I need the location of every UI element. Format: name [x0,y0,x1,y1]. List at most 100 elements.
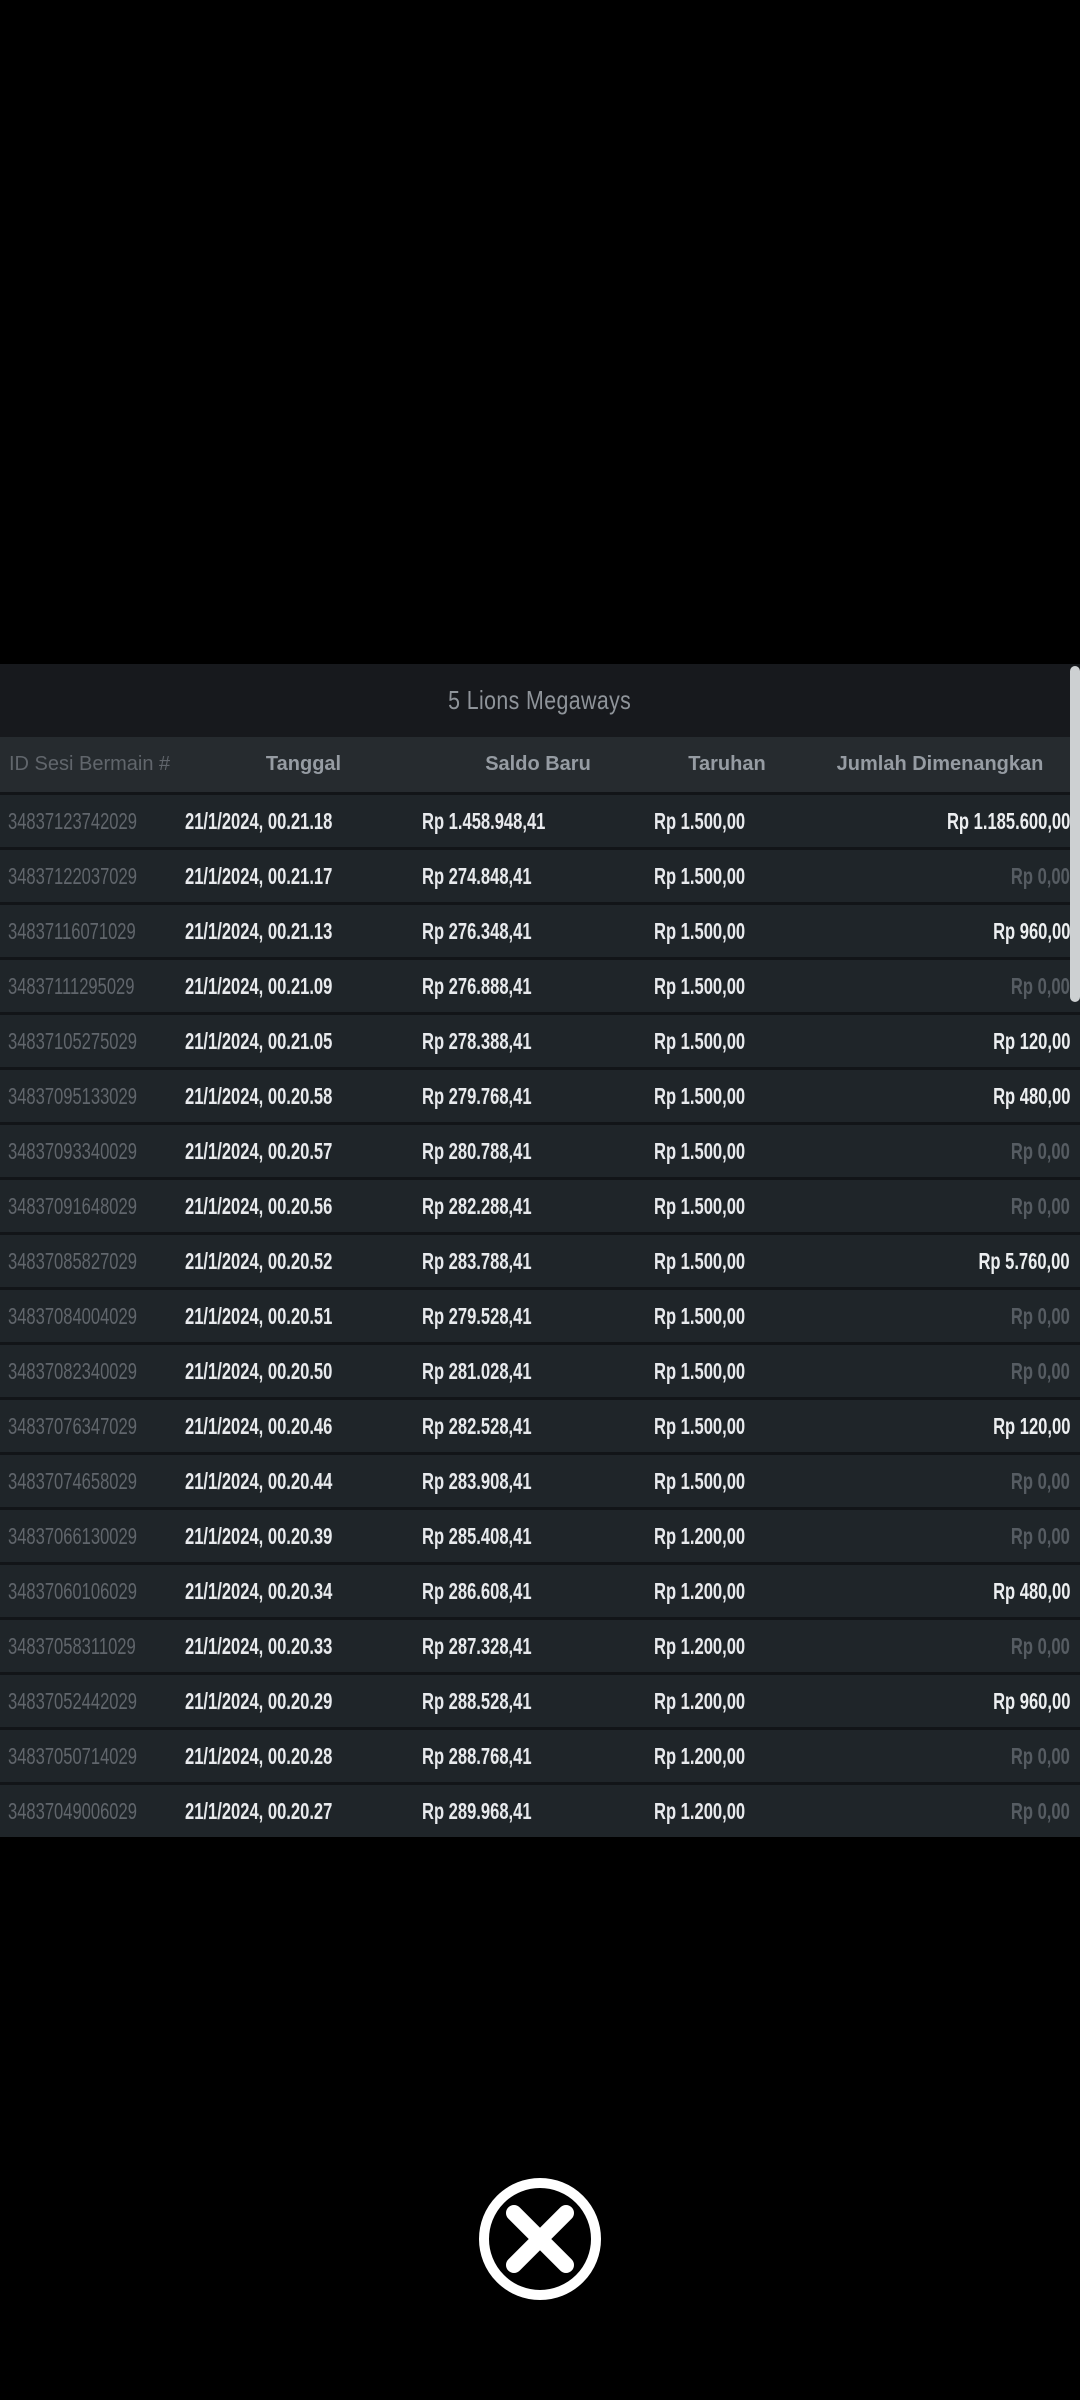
date-cell: 21/1/2024, 00.20.39 [185,1522,333,1549]
table-row: 34837122037029 21/1/2024, 00.21.17 Rp 27… [0,847,1080,902]
amount-won-cell: Rp 480,00 [992,1577,1070,1604]
date-cell: 21/1/2024, 00.20.29 [185,1687,333,1714]
new-balance-cell: Rp 279.768,41 [422,1082,532,1109]
table-header-row: ID Sesi Bermain # Tanggal Saldo Baru Tar… [0,737,1080,792]
close-button[interactable] [478,2177,602,2301]
column-header-saldo-baru: Saldo Baru [485,753,591,775]
amount-won-cell: Rp 480,00 [992,1082,1070,1109]
bet-cell: Rp 1.500,00 [654,1082,746,1109]
session-id-cell: 34837074658029 [8,1467,137,1494]
bet-cell: Rp 1.200,00 [654,1742,746,1769]
session-id-cell: 34837066130029 [8,1522,137,1549]
amount-won-cell: Rp 0,00 [1011,1357,1070,1384]
table-row: 34837052442029 21/1/2024, 00.20.29 Rp 28… [0,1672,1080,1727]
session-id-cell: 34837093340029 [8,1137,137,1164]
new-balance-cell: Rp 276.348,41 [422,917,532,944]
session-id-cell: 34837123742029 [8,807,137,834]
amount-won-cell: Rp 0,00 [1011,862,1070,889]
date-cell: 21/1/2024, 00.20.44 [185,1467,333,1494]
date-cell: 21/1/2024, 00.20.50 [185,1357,333,1384]
table-row: 34837095133029 21/1/2024, 00.20.58 Rp 27… [0,1067,1080,1122]
session-id-cell: 34837085827029 [8,1247,137,1274]
bet-cell: Rp 1.500,00 [654,1247,746,1274]
column-header-id: ID Sesi Bermain # [9,753,171,775]
table-row: 34837082340029 21/1/2024, 00.20.50 Rp 28… [0,1342,1080,1397]
session-id-cell: 34837050714029 [8,1742,137,1769]
date-cell: 21/1/2024, 00.20.27 [185,1797,333,1824]
table-row: 34837116071029 21/1/2024, 00.21.13 Rp 27… [0,902,1080,957]
amount-won-cell: Rp 0,00 [1011,1742,1070,1769]
session-id-cell: 34837049006029 [8,1797,137,1824]
new-balance-cell: Rp 285.408,41 [422,1522,532,1549]
bet-cell: Rp 1.500,00 [654,1027,746,1054]
date-cell: 21/1/2024, 00.20.56 [185,1192,333,1219]
table-row: 34837093340029 21/1/2024, 00.20.57 Rp 28… [0,1122,1080,1177]
amount-won-cell: Rp 0,00 [1011,1522,1070,1549]
session-id-cell: 34837058311029 [8,1632,136,1659]
date-cell: 21/1/2024, 00.20.33 [185,1632,333,1659]
new-balance-cell: Rp 283.788,41 [422,1247,532,1274]
amount-won-cell: Rp 0,00 [1011,1137,1070,1164]
date-cell: 21/1/2024, 00.20.52 [185,1247,333,1274]
session-id-cell: 34837105275029 [8,1027,137,1054]
new-balance-cell: Rp 289.968,41 [422,1797,532,1824]
session-id-cell: 34837116071029 [8,917,136,944]
bet-cell: Rp 1.500,00 [654,862,746,889]
bet-cell: Rp 1.500,00 [654,1302,746,1329]
screen: 5 Lions Megaways ID Sesi Bermain # Tangg… [0,0,1080,2400]
table-row: 34837105275029 21/1/2024, 00.21.05 Rp 27… [0,1012,1080,1067]
bet-cell: Rp 1.500,00 [654,1192,746,1219]
table-row: 34837123742029 21/1/2024, 00.21.18 Rp 1.… [0,792,1080,847]
session-id-cell: 34837095133029 [8,1082,137,1109]
new-balance-cell: Rp 287.328,41 [422,1632,532,1659]
table-row: 34837076347029 21/1/2024, 00.20.46 Rp 28… [0,1397,1080,1452]
session-id-cell: 34837060106029 [8,1577,137,1604]
session-id-cell: 34837084004029 [8,1302,137,1329]
close-icon [478,2178,602,2304]
bet-cell: Rp 1.200,00 [654,1797,746,1824]
amount-won-cell: Rp 0,00 [1011,1797,1070,1824]
table-row: 34837084004029 21/1/2024, 00.20.51 Rp 27… [0,1287,1080,1342]
amount-won-cell: Rp 120,00 [992,1412,1070,1439]
new-balance-cell: Rp 278.388,41 [422,1027,532,1054]
date-cell: 21/1/2024, 00.20.58 [185,1082,333,1109]
bet-cell: Rp 1.500,00 [654,1467,746,1494]
bet-cell: Rp 1.200,00 [654,1632,746,1659]
date-cell: 21/1/2024, 00.21.13 [185,917,333,944]
date-cell: 21/1/2024, 00.21.09 [185,972,333,999]
date-cell: 21/1/2024, 00.20.46 [185,1412,333,1439]
table-row: 34837058311029 21/1/2024, 00.20.33 Rp 28… [0,1617,1080,1672]
game-title: 5 Lions Megaways [448,685,632,715]
date-cell: 21/1/2024, 00.21.05 [185,1027,333,1054]
column-header-taruhan: Taruhan [688,753,766,775]
amount-won-cell: Rp 120,00 [992,1027,1070,1054]
table-row: 34837111295029 21/1/2024, 00.21.09 Rp 27… [0,957,1080,1012]
amount-won-cell: Rp 960,00 [992,917,1070,944]
table-row: 34837066130029 21/1/2024, 00.20.39 Rp 28… [0,1507,1080,1562]
bet-cell: Rp 1.500,00 [654,972,746,999]
amount-won-cell: Rp 1.185.600,00 [946,807,1070,834]
table-row: 34837091648029 21/1/2024, 00.20.56 Rp 28… [0,1177,1080,1232]
new-balance-cell: Rp 283.908,41 [422,1467,532,1494]
table-row: 34837049006029 21/1/2024, 00.20.27 Rp 28… [0,1782,1080,1837]
amount-won-cell: Rp 0,00 [1011,1467,1070,1494]
new-balance-cell: Rp 282.288,41 [422,1192,532,1219]
bet-cell: Rp 1.500,00 [654,1412,746,1439]
date-cell: 21/1/2024, 00.21.17 [185,862,333,889]
session-id-cell: 34837076347029 [8,1412,137,1439]
session-id-cell: 34837052442029 [8,1687,137,1714]
amount-won-cell: Rp 0,00 [1011,1302,1070,1329]
new-balance-cell: Rp 286.608,41 [422,1577,532,1604]
scrollbar-thumb[interactable] [1070,666,1080,1002]
date-cell: 21/1/2024, 00.20.57 [185,1137,333,1164]
bet-cell: Rp 1.200,00 [654,1522,746,1549]
amount-won-cell: Rp 0,00 [1011,972,1070,999]
new-balance-cell: Rp 281.028,41 [422,1357,532,1384]
history-table-body: 34837123742029 21/1/2024, 00.21.18 Rp 1.… [0,792,1080,1837]
bet-cell: Rp 1.500,00 [654,807,746,834]
column-header-tanggal: Tanggal [265,753,342,775]
session-id-cell: 34837082340029 [8,1357,137,1384]
modal-title-bar: 5 Lions Megaways [0,664,1080,737]
bet-cell: Rp 1.200,00 [654,1577,746,1604]
new-balance-cell: Rp 282.528,41 [422,1412,532,1439]
